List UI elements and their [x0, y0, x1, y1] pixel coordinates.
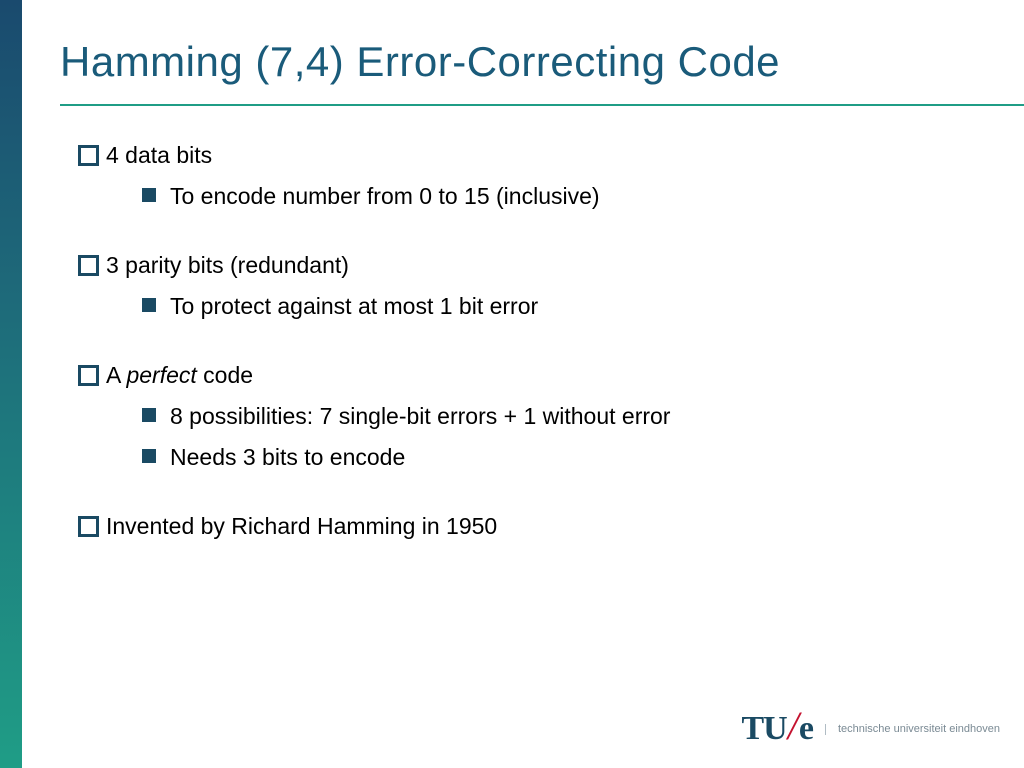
bullet-text: 3 parity bits (redundant) — [106, 252, 349, 278]
bullet-level1: Invented by Richard Hamming in 1950 — [78, 511, 964, 542]
logo-tu: TU — [742, 710, 787, 748]
bullet-level1: A perfect code 8 possibilities: 7 single… — [78, 360, 964, 473]
logo-slash-icon: / — [788, 710, 798, 742]
bullet-level2: Needs 3 bits to encode — [142, 442, 964, 473]
emphasis-text: perfect — [126, 362, 196, 388]
logo-e: e — [799, 710, 813, 748]
slide-content: 4 data bits To encode number from 0 to 1… — [78, 140, 964, 542]
bullet-text: Invented by Richard Hamming in 1950 — [106, 513, 497, 539]
bullet-text: 4 data bits — [106, 142, 212, 168]
bullet-text: To protect against at most 1 bit error — [170, 293, 538, 319]
slide-title: Hamming (7,4) Error-Correcting Code — [60, 38, 780, 86]
bullet-level1: 4 data bits To encode number from 0 to 1… — [78, 140, 964, 212]
text-fragment: A — [106, 362, 126, 388]
footer-logo: TU/e technische universiteit eindhoven — [742, 710, 1001, 748]
title-underline — [60, 104, 1024, 106]
tue-logo-icon: TU/e — [742, 710, 813, 748]
bullet-text: Needs 3 bits to encode — [170, 444, 405, 470]
bullet-level2: To encode number from 0 to 15 (inclusive… — [142, 181, 964, 212]
slide: Hamming (7,4) Error-Correcting Code 4 da… — [0, 0, 1024, 768]
bullet-text: 8 possibilities: 7 single-bit errors + 1… — [170, 403, 670, 429]
university-name: technische universiteit eindhoven — [825, 724, 1000, 735]
bullet-level1: 3 parity bits (redundant) To protect aga… — [78, 250, 964, 322]
text-fragment: code — [197, 362, 253, 388]
left-accent-bar — [0, 0, 22, 768]
bullet-text: To encode number from 0 to 15 (inclusive… — [170, 183, 600, 209]
bullet-text: A perfect code — [106, 362, 253, 388]
bullet-level2: 8 possibilities: 7 single-bit errors + 1… — [142, 401, 964, 432]
bullet-level2: To protect against at most 1 bit error — [142, 291, 964, 322]
